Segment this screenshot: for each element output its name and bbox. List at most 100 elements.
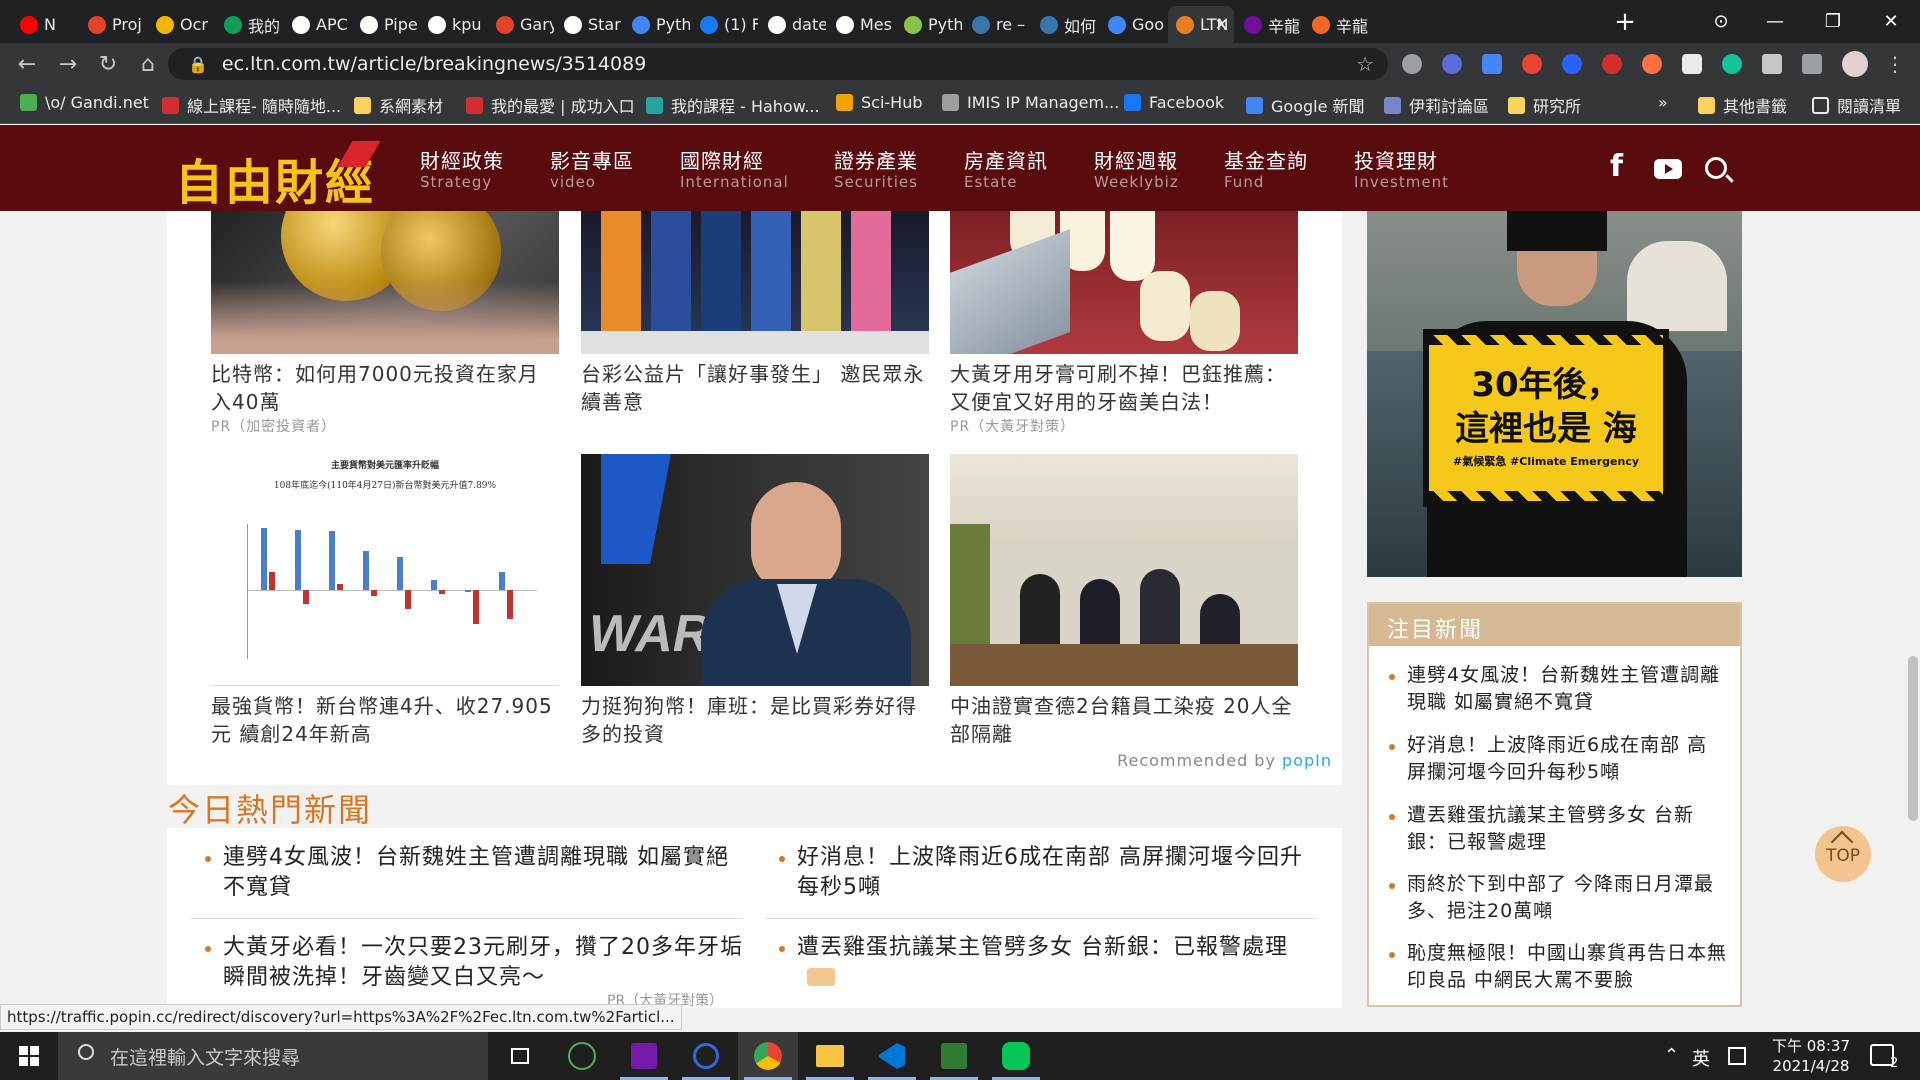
- hot-news-item[interactable]: 好消息！上波降雨近6成在南部 高屏攔河堰今回升每秒5噸: [779, 843, 1317, 903]
- card-title[interactable]: 力挺狗狗幣！庫班：是比買彩券好得多的投資: [581, 692, 929, 748]
- card-title[interactable]: 大黃牙用牙膏可刷不掉！巴鈺推薦：又便宜又好用的牙齒美白法！: [950, 360, 1298, 416]
- line-icon[interactable]: [986, 1032, 1046, 1080]
- diamond-extension-icon[interactable]: [1562, 54, 1582, 74]
- card-title[interactable]: 中油證實查德2台籍員工染疫 20人全部隔離: [950, 692, 1298, 748]
- bookmark-item[interactable]: 伊莉討論區: [1384, 93, 1489, 117]
- bookmark-item[interactable]: Facebook: [1124, 93, 1224, 112]
- bookmark-item[interactable]: Google 新聞: [1246, 93, 1365, 117]
- avatar[interactable]: [1842, 51, 1868, 77]
- youtube-icon[interactable]: [1654, 159, 1682, 179]
- reading-list[interactable]: 閱讀清單: [1812, 93, 1901, 117]
- fire-extension-icon[interactable]: [1642, 54, 1662, 74]
- card-title[interactable]: 台彩公益片「讓好事發生」 邀民眾永續善意: [581, 360, 929, 416]
- close-window-icon[interactable]: ✕: [1862, 0, 1920, 43]
- recommend-card[interactable]: 台彩公益片「讓好事發生」 邀民眾永續善意: [581, 211, 929, 416]
- keyboard-icon[interactable]: [1728, 1047, 1746, 1065]
- site-nav-strategy[interactable]: 財經政策 Strategy: [420, 149, 504, 191]
- site-nav-fund[interactable]: 基金查詢 Fund: [1224, 149, 1308, 191]
- s-extension-icon[interactable]: [1522, 54, 1542, 74]
- browser-tab[interactable]: LTN i✕: [1168, 6, 1234, 43]
- site-nav-video[interactable]: 影音專區 video: [550, 149, 634, 191]
- chrome-icon[interactable]: [738, 1032, 798, 1080]
- task-view-icon[interactable]: [490, 1032, 550, 1080]
- browser-tab[interactable]: APC: [284, 6, 350, 43]
- browser-tab[interactable]: 辛龍: [1304, 6, 1370, 43]
- hot-news-item[interactable]: 連劈4女風波！台新魏姓主管遭調離現職 如屬實絕不寬貸: [205, 843, 733, 903]
- vscode-icon[interactable]: [862, 1032, 922, 1080]
- ime-indicator[interactable]: 英: [1692, 1045, 1710, 1071]
- other-bookmarks[interactable]: 其他書籤: [1698, 93, 1787, 117]
- minimize-icon[interactable]: —: [1746, 0, 1804, 43]
- hot-news-item[interactable]: 大黃牙必看！一次只要23元刷牙，攢了20多年牙垢瞬間被洗掉！牙齒變又白又亮～: [205, 933, 743, 993]
- restore-icon[interactable]: ❐: [1804, 0, 1862, 43]
- bookmark-item[interactable]: 研究所: [1508, 93, 1581, 117]
- card-title[interactable]: 比特幣：如何用7000元投資在家月入40萬: [211, 360, 559, 416]
- site-nav-international[interactable]: 國際財經 International: [680, 149, 789, 191]
- recommend-card[interactable]: 主要貨幣對美元匯率升貶幅 108年底迄今(110年4月27日)新台幣對美元升值7…: [211, 454, 559, 748]
- browser-tab[interactable]: 如何: [1032, 6, 1098, 43]
- site-nav-securities[interactable]: 證券產業 Securities: [834, 149, 918, 191]
- taskbar-search-input[interactable]: 在這裡輸入文字來搜尋: [58, 1032, 488, 1080]
- back-to-top-button[interactable]: TOP: [1815, 826, 1871, 882]
- file-explorer-icon[interactable]: [800, 1032, 860, 1080]
- more-bookmarks-icon[interactable]: »: [1658, 93, 1668, 112]
- hot-news-item[interactable]: 遭丟雞蛋抗議某主管劈多女 台新銀：已報警處理: [779, 933, 1317, 963]
- forward-icon[interactable]: →: [53, 49, 83, 79]
- puzzle-extensions-icon[interactable]: [1762, 54, 1782, 74]
- translate-extension-icon[interactable]: [1482, 54, 1502, 74]
- browser-tab[interactable]: Goo: [1100, 6, 1166, 43]
- site-nav-weeklybiz[interactable]: 財經週報 Weeklybiz: [1094, 149, 1179, 191]
- bookmark-item[interactable]: 我的課程 - Hahow...: [646, 93, 820, 117]
- recommend-card[interactable]: 大黃牙用牙膏可刷不掉！巴鈺推薦：又便宜又好用的牙齒美白法！ PR（大黃牙對策）: [950, 211, 1298, 436]
- windows-start-icon[interactable]: [0, 1032, 58, 1080]
- bookmark-item[interactable]: 線上課程- 隨時隨地...: [162, 93, 341, 117]
- grammarly-icon[interactable]: [676, 1032, 736, 1080]
- search-icon[interactable]: [1705, 157, 1734, 183]
- address-bar[interactable]: 🔒 ec.ltn.com.tw/article/breakingnews/351…: [168, 48, 1388, 80]
- page-scrollbar[interactable]: [1906, 211, 1920, 1035]
- browser-tab[interactable]: Pipe: [352, 6, 418, 43]
- facebook-icon[interactable]: f: [1610, 149, 1623, 184]
- site-nav-investment[interactable]: 投資理財 Investment: [1354, 149, 1449, 191]
- pen-app-icon[interactable]: [924, 1032, 984, 1080]
- home-icon[interactable]: ⌂: [133, 49, 163, 79]
- bookmark-item[interactable]: \o/ Gandi.net: [20, 93, 149, 112]
- card-title[interactable]: 最強貨幣！新台幣連4升、收27.905元 續創24年新高: [211, 692, 559, 748]
- browser-tab[interactable]: Pyth: [624, 6, 690, 43]
- bookmark-item[interactable]: 我的最愛 | 成功入口: [466, 93, 635, 117]
- browser-tab[interactable]: date: [760, 6, 826, 43]
- browser-tab[interactable]: 辛龍: [1236, 6, 1302, 43]
- attention-item[interactable]: 恥度無極限！中國山寨貨再告日本無印良品 中網民大罵不要臉: [1389, 940, 1727, 994]
- greenpeace-ad[interactable]: 30年後， 這裡也是 海 #氣候緊急 #Climate Emergency: [1367, 211, 1742, 577]
- attention-item[interactable]: 雨終於下到中部了 今降雨日月潭最多、挹注20萬噸: [1389, 871, 1727, 925]
- record-extension-icon[interactable]: [1602, 54, 1622, 74]
- more-menu-icon[interactable]: ⋮: [1880, 49, 1910, 79]
- browser-tab[interactable]: Proj: [80, 6, 146, 43]
- bolt-extension-icon[interactable]: [1442, 54, 1462, 74]
- grammarly-extension-icon[interactable]: [1722, 54, 1742, 74]
- browser-tab[interactable]: re –: [964, 6, 1030, 43]
- recommend-card[interactable]: 比特幣：如何用7000元投資在家月入40萬 PR（加密投資者）: [211, 211, 559, 436]
- notion-extension-icon[interactable]: [1682, 54, 1702, 74]
- browser-tab[interactable]: 我的: [216, 6, 282, 43]
- browser-tab[interactable]: Mes: [828, 6, 894, 43]
- new-tab-icon[interactable]: +: [1596, 0, 1654, 43]
- browser-tab[interactable]: Ocr: [148, 6, 214, 43]
- attention-item[interactable]: 連劈4女風波！台新魏姓主管遭調離現職 如屬實絕不寬貸: [1389, 662, 1727, 716]
- app-circle-icon[interactable]: [552, 1032, 612, 1080]
- browser-tab[interactable]: kpu: [420, 6, 486, 43]
- browser-tab[interactable]: Gary: [488, 6, 554, 43]
- close-tab-icon[interactable]: ✕: [1215, 15, 1228, 34]
- back-icon[interactable]: ←: [12, 49, 42, 79]
- star-icon[interactable]: ☆: [1356, 52, 1374, 76]
- browser-tab[interactable]: (1) F: [692, 6, 758, 43]
- site-logo[interactable]: 自由財經: [175, 141, 381, 213]
- recommend-card[interactable]: 中油證實查德2台籍員工染疫 20人全部隔離: [950, 454, 1298, 748]
- bookmark-item[interactable]: IMIS IP Managem...: [942, 93, 1119, 112]
- attention-item[interactable]: 好消息！上波降雨近6成在南部 高屏攔河堰今回升每秒5噸: [1389, 732, 1727, 786]
- clock[interactable]: 下午 08:37 2021/4/28: [1772, 1036, 1850, 1076]
- chevron-up-icon[interactable]: ⌃: [1664, 1045, 1679, 1066]
- tab-search-icon[interactable]: ⊙: [1692, 0, 1750, 43]
- recommend-card[interactable]: WARD 力挺狗狗幣！庫班：是比買彩券好得多的投資: [581, 454, 929, 748]
- browser-tab[interactable]: N: [12, 6, 78, 43]
